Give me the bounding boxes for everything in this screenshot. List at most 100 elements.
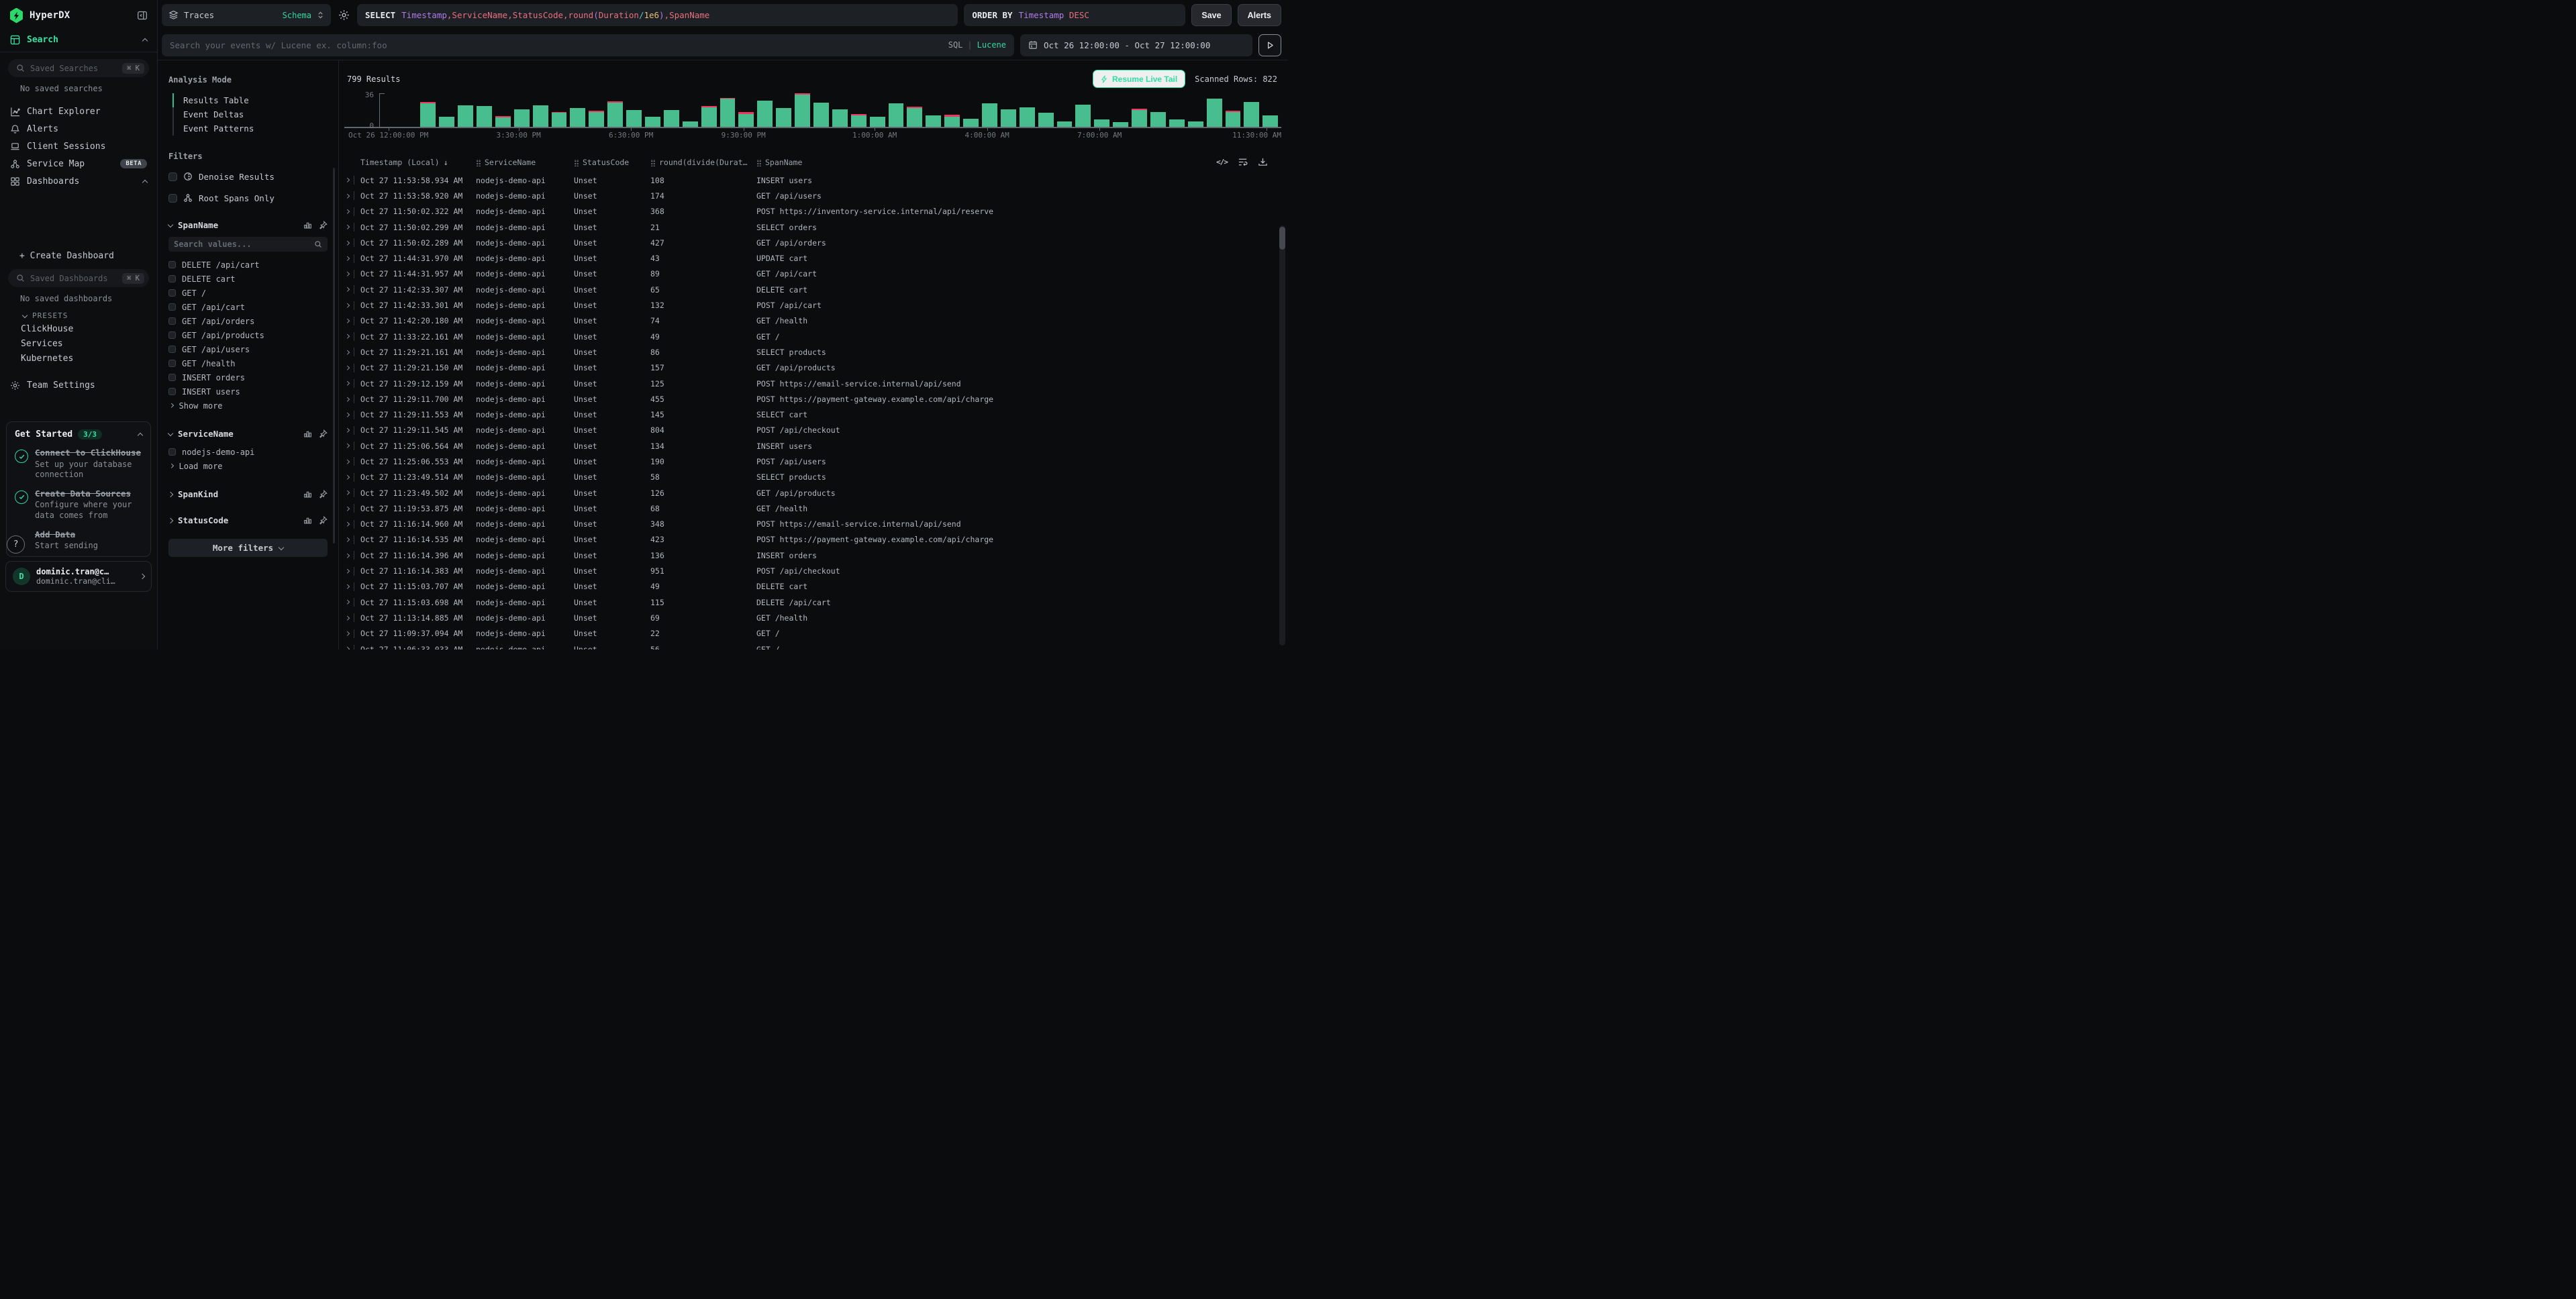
table-row[interactable]: Oct 27 11:42:33.301 AMnodejs-demo-apiUns… bbox=[339, 297, 1288, 313]
spanname-value-search[interactable] bbox=[168, 237, 328, 252]
more-filters-button[interactable]: More filters bbox=[168, 539, 328, 557]
sidebar-item-service-map[interactable]: Service Map BETA bbox=[0, 155, 157, 172]
sql-toggle[interactable]: SQL bbox=[948, 40, 963, 50]
checkbox[interactable] bbox=[168, 289, 176, 297]
expand-chevron-icon[interactable] bbox=[346, 569, 349, 573]
expand-chevron-icon[interactable] bbox=[346, 178, 349, 182]
expand-chevron-icon[interactable] bbox=[346, 413, 349, 417]
table-row[interactable]: Oct 27 11:06:33.033 AMnodejs-demo-apiUns… bbox=[339, 641, 1288, 650]
bar-chart-icon[interactable] bbox=[303, 490, 312, 499]
expand-chevron-icon[interactable] bbox=[346, 522, 349, 526]
pin-icon[interactable] bbox=[319, 429, 328, 438]
expand-chevron-icon[interactable] bbox=[346, 475, 349, 479]
pin-icon[interactable] bbox=[319, 516, 328, 525]
expand-chevron-icon[interactable] bbox=[346, 397, 349, 401]
preset-kubernetes[interactable]: Kubernetes bbox=[0, 352, 157, 364]
resume-live-tail-button[interactable]: Resume Live Tail bbox=[1093, 70, 1185, 88]
view-source-icon[interactable]: </> bbox=[1216, 158, 1228, 166]
table-row[interactable]: Oct 27 11:23:49.514 AMnodejs-demo-apiUns… bbox=[339, 470, 1288, 485]
expand-chevron-icon[interactable] bbox=[346, 366, 349, 370]
preset-clickhouse[interactable]: ClickHouse bbox=[0, 323, 157, 335]
drag-handle-icon[interactable] bbox=[756, 159, 761, 166]
table-row[interactable]: Oct 27 11:25:06.553 AMnodejs-demo-apiUns… bbox=[339, 454, 1288, 469]
table-row[interactable]: Oct 27 11:16:14.396 AMnodejs-demo-apiUns… bbox=[339, 548, 1288, 563]
table-scrollbar[interactable] bbox=[1279, 225, 1285, 645]
bar-chart-icon[interactable] bbox=[303, 429, 312, 438]
expand-chevron-icon[interactable] bbox=[346, 350, 349, 354]
table-row[interactable]: Oct 27 11:42:20.180 AMnodejs-demo-apiUns… bbox=[339, 313, 1288, 329]
table-row[interactable]: Oct 27 11:42:33.307 AMnodejs-demo-apiUns… bbox=[339, 282, 1288, 297]
table-row[interactable]: Oct 27 11:13:14.885 AMnodejs-demo-apiUns… bbox=[339, 610, 1288, 625]
alerts-button[interactable]: Alerts bbox=[1238, 4, 1281, 26]
checkbox[interactable] bbox=[168, 331, 176, 339]
sidebar-item-search[interactable]: Search bbox=[0, 31, 157, 49]
table-row[interactable]: Oct 27 11:15:03.707 AMnodejs-demo-apiUns… bbox=[339, 579, 1288, 594]
time-range-picker[interactable]: Oct 26 12:00:00 - Oct 27 12:00:00 bbox=[1020, 34, 1252, 56]
help-button[interactable]: ? bbox=[7, 535, 25, 554]
query-language-toggle[interactable]: SQL | Lucene bbox=[948, 40, 1006, 50]
servicename-load-more[interactable]: Load more bbox=[168, 459, 328, 473]
table-row[interactable]: Oct 27 11:44:31.957 AMnodejs-demo-apiUns… bbox=[339, 266, 1288, 282]
saved-dashboards-search[interactable]: ⌘ K bbox=[8, 269, 149, 287]
expand-chevron-icon[interactable] bbox=[346, 490, 349, 495]
column-header-timestamp[interactable]: Timestamp (Local) ↓ bbox=[360, 158, 476, 167]
column-header-statuscode[interactable]: StatusCode bbox=[574, 158, 650, 167]
chevron-up-icon[interactable] bbox=[142, 38, 148, 44]
table-row[interactable]: Oct 27 11:29:11.553 AMnodejs-demo-apiUns… bbox=[339, 407, 1288, 422]
analysis-mode-event-patterns[interactable]: Event Patterns bbox=[172, 121, 328, 136]
run-query-button[interactable] bbox=[1258, 34, 1281, 56]
chevron-up-icon[interactable] bbox=[142, 179, 148, 185]
checkbox[interactable] bbox=[168, 388, 176, 395]
bar-chart-icon[interactable] bbox=[303, 221, 312, 229]
pin-icon[interactable] bbox=[319, 221, 328, 229]
sidebar-item-alerts[interactable]: Alerts bbox=[0, 120, 157, 138]
denoise-results-toggle[interactable]: Denoise Results bbox=[168, 170, 328, 183]
events-histogram[interactable]: 36 0 Oct 26 12:00:00 PM3:30:00 PM6:30:00… bbox=[344, 93, 1281, 140]
checkbox[interactable] bbox=[168, 303, 176, 311]
column-header-duration[interactable]: round(divide(Durat… bbox=[650, 158, 756, 167]
collapse-sidebar-icon[interactable] bbox=[137, 10, 148, 21]
filter-value-row[interactable]: GET /health bbox=[168, 356, 328, 370]
sort-desc-icon[interactable]: ↓ bbox=[444, 158, 448, 167]
sidebar-item-dashboards[interactable]: Dashboards bbox=[0, 172, 157, 190]
filters-scrollbar[interactable] bbox=[333, 168, 335, 543]
table-row[interactable]: Oct 27 11:16:14.535 AMnodejs-demo-apiUns… bbox=[339, 532, 1288, 548]
pin-icon[interactable] bbox=[319, 490, 328, 499]
expand-chevron-icon[interactable] bbox=[346, 319, 349, 323]
checkbox[interactable] bbox=[168, 261, 176, 268]
saved-dashboards-input[interactable] bbox=[30, 274, 117, 283]
table-row[interactable]: Oct 27 11:25:06.564 AMnodejs-demo-apiUns… bbox=[339, 438, 1288, 454]
table-row[interactable]: Oct 27 11:09:37.094 AMnodejs-demo-apiUns… bbox=[339, 626, 1288, 641]
spanname-value-search-input[interactable] bbox=[174, 240, 314, 249]
filter-value-row[interactable]: GET /api/cart bbox=[168, 300, 328, 314]
drag-handle-icon[interactable] bbox=[650, 159, 655, 166]
sidebar-item-team-settings[interactable]: Team Settings bbox=[0, 376, 157, 395]
column-header-servicename[interactable]: ServiceName bbox=[476, 158, 574, 167]
drag-handle-icon[interactable] bbox=[574, 159, 579, 166]
table-row[interactable]: Oct 27 11:29:11.700 AMnodejs-demo-apiUns… bbox=[339, 391, 1288, 407]
preset-services[interactable]: Services bbox=[0, 337, 157, 350]
save-button[interactable]: Save bbox=[1191, 4, 1231, 26]
get-started-item[interactable]: Connect to ClickHouse Set up your databa… bbox=[15, 448, 142, 480]
table-row[interactable]: Oct 27 11:29:21.150 AMnodejs-demo-apiUns… bbox=[339, 360, 1288, 376]
table-row[interactable]: Oct 27 11:29:11.545 AMnodejs-demo-apiUns… bbox=[339, 423, 1288, 438]
table-row[interactable]: Oct 27 11:19:53.875 AMnodejs-demo-apiUns… bbox=[339, 501, 1288, 516]
drag-handle-icon[interactable] bbox=[476, 159, 481, 166]
get-started-item[interactable]: Add Data Start sending bbox=[15, 529, 142, 552]
table-row[interactable]: Oct 27 11:44:31.970 AMnodejs-demo-apiUns… bbox=[339, 250, 1288, 266]
expand-chevron-icon[interactable] bbox=[346, 288, 349, 292]
expand-chevron-icon[interactable] bbox=[346, 381, 349, 385]
user-menu[interactable]: D dominic.tran@c… dominic.tran@cli… bbox=[5, 561, 152, 592]
chevron-up-icon[interactable] bbox=[138, 433, 143, 438]
order-by-input[interactable]: ORDER BY Timestamp DESC bbox=[964, 4, 1185, 26]
checkbox[interactable] bbox=[168, 172, 177, 181]
column-header-spanname[interactable]: SpanName bbox=[756, 158, 1271, 167]
filter-value-row[interactable]: GET /api/users bbox=[168, 342, 328, 356]
expand-chevron-icon[interactable] bbox=[346, 537, 349, 541]
expand-chevron-icon[interactable] bbox=[346, 241, 349, 245]
filter-value-row[interactable]: nodejs-demo-api bbox=[168, 445, 328, 459]
histogram-plot[interactable] bbox=[379, 93, 1281, 127]
checkbox[interactable] bbox=[168, 317, 176, 325]
wrap-text-icon[interactable] bbox=[1238, 157, 1248, 167]
expand-chevron-icon[interactable] bbox=[346, 600, 349, 604]
